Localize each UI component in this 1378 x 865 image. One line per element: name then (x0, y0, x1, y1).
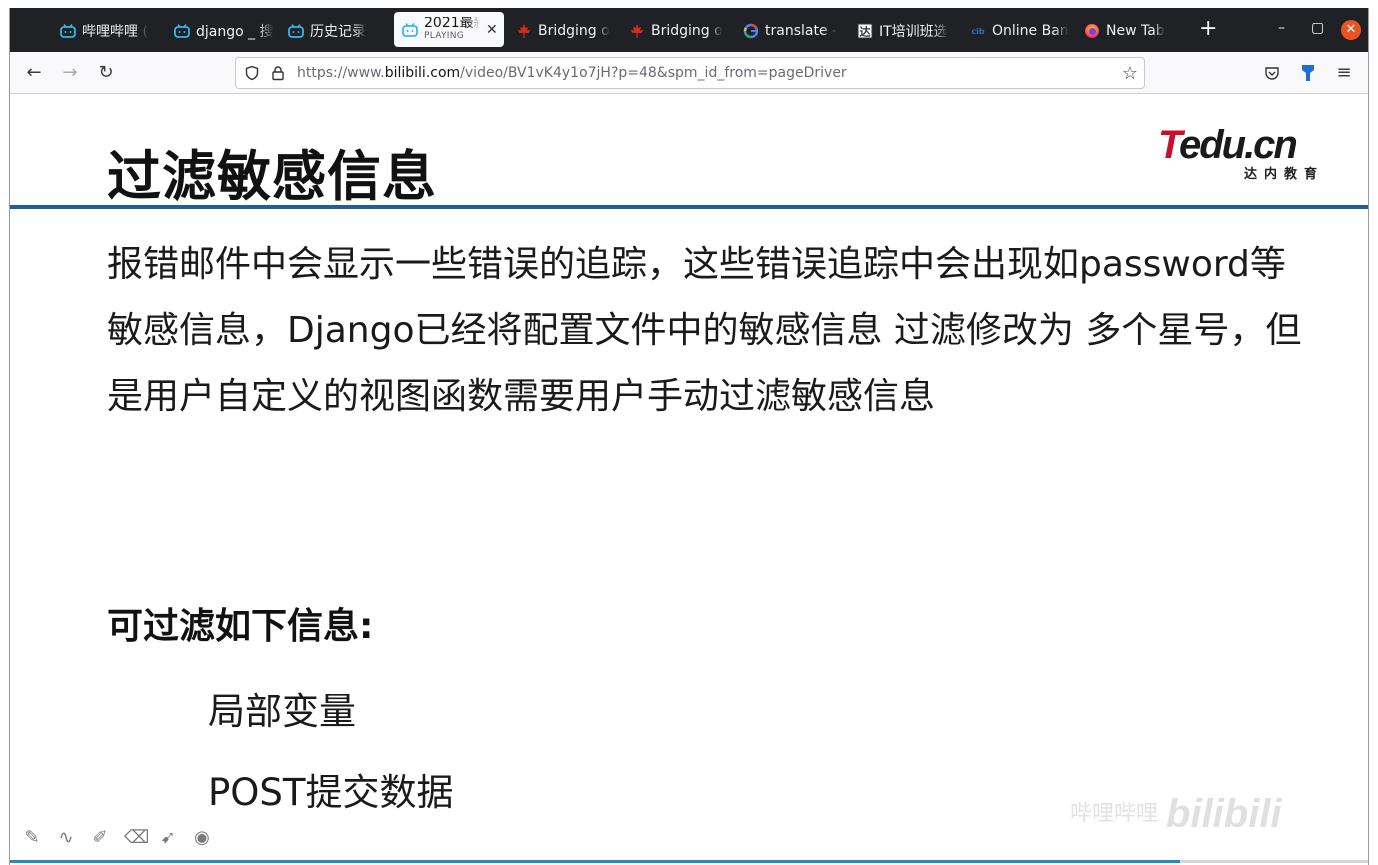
tab-history[interactable]: 历史记录 (288, 13, 388, 49)
eraser-icon[interactable]: ⌫ (124, 828, 149, 848)
pointer-icon[interactable]: ➹ (158, 828, 178, 848)
close-window-button[interactable]: ✕ (1341, 20, 1361, 40)
curve-icon[interactable]: ∿ (56, 828, 76, 848)
lock-icon[interactable] (269, 65, 287, 83)
forward-button[interactable]: → (58, 61, 82, 85)
tab-label: translate - (765, 23, 838, 39)
tab-label: IT培训班选 (879, 24, 948, 40)
video-content: 过滤敏感信息 Tedu.cn 达内教育 报错邮件中会显示一些错误的追踪，这些错误… (10, 94, 1368, 865)
bilibili-icon (402, 22, 418, 38)
slide-subheading: 可过滤如下信息: (107, 606, 374, 647)
extension-icon[interactable] (1296, 61, 1320, 85)
highlighter-icon[interactable]: ✐ (90, 828, 110, 848)
annotation-toolbar: ✎ ∿ ✐ ⌫ ➹ ◉ (22, 828, 212, 848)
tab-label: 哔哩哔哩 ( (82, 24, 148, 40)
maple-leaf-icon (629, 23, 645, 39)
slide-paragraph: 报错邮件中会显示一些错误的追踪，这些错误追踪中会出现如password等敏感信息… (107, 244, 1302, 417)
back-button[interactable]: ← (22, 61, 46, 85)
tab-label: Bridging o (538, 23, 610, 39)
tab-online-bank[interactable]: cib Online Ban (970, 13, 1070, 49)
slide-list-item: POST提交数据 (208, 771, 454, 814)
tab-playing-indicator: PLAYING (424, 30, 465, 41)
record-icon[interactable]: ◉ (192, 828, 212, 848)
bilibili-watermark: 哔哩哔哩 bilibili (1070, 792, 1282, 836)
menu-icon[interactable]: ≡ (1332, 61, 1356, 85)
tab-bilibili-home[interactable]: 哔哩哔哩 ( (60, 13, 160, 49)
slide-title: 过滤敏感信息 (107, 145, 437, 208)
tab-active-video[interactable]: 2021最新 PLAYING ✕ (394, 12, 504, 47)
video-progress-bar[interactable] (10, 860, 1368, 863)
pocket-icon[interactable] (1260, 61, 1284, 85)
tedu-logo: Tedu.cn 达内教育 (1158, 123, 1324, 182)
tab-translate[interactable]: translate - (743, 13, 843, 49)
tab-it-training[interactable]: 达 IT培训班选 (857, 13, 957, 49)
url-text[interactable]: https://www.bilibili.com/video/BV1vK4y1o… (297, 65, 847, 81)
reload-button[interactable]: ↻ (94, 61, 118, 85)
tab-new-tab[interactable]: New Tab (1084, 13, 1184, 49)
tab-label: django _ 搜 (196, 24, 274, 40)
tab-django-search[interactable]: django _ 搜 (174, 13, 274, 49)
maximize-button[interactable]: ▢ (1311, 20, 1324, 36)
google-icon (743, 23, 759, 39)
minimize-button[interactable]: – (1278, 20, 1285, 36)
firefox-icon (1084, 23, 1100, 39)
pen-icon[interactable]: ✎ (22, 828, 42, 848)
svg-text:cib: cib (971, 27, 984, 36)
tab-bridging-2[interactable]: Bridging o (629, 13, 729, 49)
video-progress-fill (10, 860, 1180, 863)
logo-subtitle: 达内教育 (1243, 167, 1324, 182)
bilibili-icon (288, 23, 304, 39)
title-divider (10, 205, 1368, 209)
slide-list-item: 局部变量 (208, 690, 356, 733)
close-tab-icon[interactable]: ✕ (486, 22, 498, 38)
tab-label: Online Ban (992, 23, 1069, 39)
bank-icon: cib (970, 23, 986, 39)
tab-label: 2021最新 (424, 16, 480, 30)
svg-text:达: 达 (860, 25, 871, 39)
shield-icon[interactable] (243, 65, 261, 83)
new-tab-button[interactable]: + (1199, 18, 1217, 40)
bilibili-icon (60, 23, 76, 39)
maple-leaf-icon (516, 23, 532, 39)
tab-bridging-1[interactable]: Bridging o (516, 13, 616, 49)
tab-label: 历史记录 (310, 24, 366, 40)
tab-label: Bridging o (651, 23, 723, 39)
tab-bar: 哔哩哔哩 ( django _ 搜 历史记录 2021最新 PLAYING ✕ (10, 8, 1368, 52)
url-bar[interactable]: https://www.bilibili.com/video/BV1vK4y1o… (235, 57, 1145, 89)
tab-label: New Tab (1106, 23, 1165, 39)
navigation-bar: ← → ↻ https://www.bilibili.com/video/BV1… (10, 52, 1368, 94)
browser-window: 哔哩哔哩 ( django _ 搜 历史记录 2021最新 PLAYING ✕ (9, 8, 1369, 865)
bookmark-star-icon[interactable]: ☆ (1122, 63, 1138, 84)
tarena-icon: 达 (857, 23, 873, 39)
bilibili-icon (174, 23, 190, 39)
